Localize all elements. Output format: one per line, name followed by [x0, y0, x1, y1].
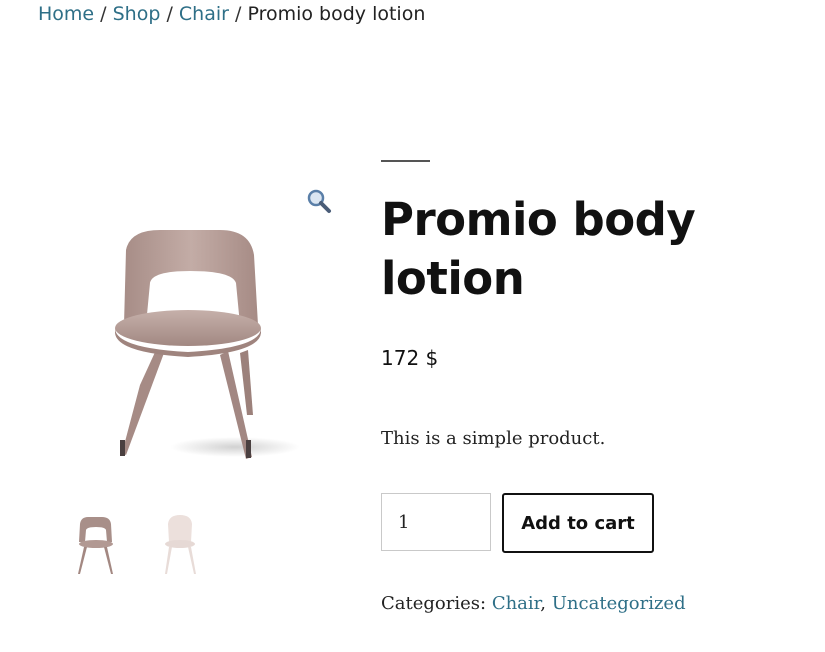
product-short-description: This is a simple product. [381, 428, 606, 449]
breadcrumb-chair-link[interactable]: Chair [179, 3, 229, 25]
add-to-cart-form: Add to cart [381, 493, 654, 553]
categories-label: Categories: [381, 593, 487, 614]
breadcrumb-current: Promio body lotion [247, 3, 426, 25]
breadcrumb-separator: / [166, 3, 173, 25]
breadcrumb-separator: / [100, 3, 107, 25]
product-title: Promio body lotion [381, 193, 696, 305]
breadcrumb: Home / Shop / Chair / Promio body lotion [38, 3, 425, 25]
thumbnail-list [70, 510, 210, 580]
product-categories: Categories: Chair, Uncategorized [381, 593, 686, 614]
thumbnail-chair-mauve[interactable] [70, 510, 125, 580]
category-link-chair[interactable]: Chair [492, 593, 540, 614]
category-separator: , [540, 593, 547, 614]
product-price: 172 $ [381, 346, 439, 370]
breadcrumb-separator: / [235, 3, 242, 25]
breadcrumb-home-link[interactable]: Home [38, 3, 94, 25]
zoom-icon[interactable] [306, 188, 332, 214]
thumbnail-chair-white[interactable] [155, 510, 210, 580]
add-to-cart-button[interactable]: Add to cart [502, 493, 654, 553]
category-link-uncategorized[interactable]: Uncategorized [552, 593, 686, 614]
quantity-input[interactable] [381, 493, 491, 551]
title-divider [381, 160, 430, 162]
product-main-image[interactable] [60, 175, 345, 485]
product-summary: Promio body lotion 172 $ This is a simpl… [381, 160, 801, 449]
breadcrumb-shop-link[interactable]: Shop [113, 3, 161, 25]
